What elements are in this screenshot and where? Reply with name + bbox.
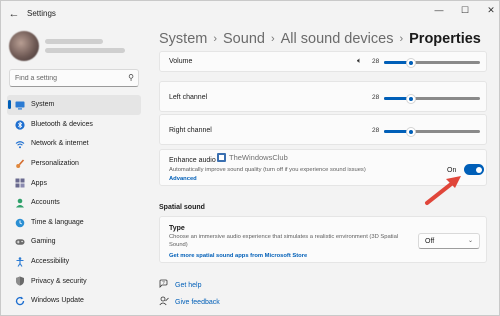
search-box[interactable]: ⚲	[9, 69, 139, 87]
spatial-sound-card: Type Choose an immersive audio experienc…	[159, 216, 487, 263]
back-arrow-icon[interactable]: ←	[7, 7, 21, 21]
sidebar-item-label: Windows Update	[31, 297, 84, 305]
sidebar-item-time-language[interactable]: Time & language	[7, 213, 141, 233]
sidebar-nav: System Bluetooth & devices Network & int…	[7, 95, 141, 311]
globe-clock-icon	[15, 218, 25, 228]
spatial-sound-heading: Spatial sound	[159, 204, 205, 211]
enhance-audio-description: Automatically improve sound quality (tur…	[169, 167, 366, 173]
breadcrumb: System › Sound › All sound devices › Pro…	[159, 28, 481, 50]
watermark: TheWindowsClub	[217, 153, 288, 162]
volume-label: Volume	[169, 58, 193, 65]
get-help-label: Get help	[175, 281, 202, 289]
red-arrow-annotation	[425, 176, 461, 205]
sidebar-item-label: Accessibility	[31, 258, 70, 266]
slider-thumb[interactable]	[405, 126, 416, 137]
right-channel-value: 28	[372, 127, 380, 134]
left-channel-value: 28	[372, 94, 380, 101]
breadcrumb-separator: ›	[399, 33, 404, 45]
sidebar-item-label: Privacy & security	[31, 277, 87, 285]
help-icon: ?	[159, 279, 169, 291]
get-help-link[interactable]: ? Get help	[159, 279, 201, 291]
accessibility-icon	[15, 257, 25, 267]
sidebar-item-accessibility[interactable]: Accessibility	[7, 252, 141, 272]
sidebar-item-label: Gaming	[31, 238, 56, 246]
sidebar-item-label: Accounts	[31, 199, 60, 207]
watermark-logo-icon	[217, 153, 226, 162]
dropdown-value: Off	[425, 237, 435, 245]
breadcrumb-separator: ›	[213, 33, 218, 45]
volume-card: Volume 🔈︎ 28	[159, 51, 487, 72]
sidebar-item-apps[interactable]: Apps	[7, 173, 141, 193]
enhance-audio-title: Enhance audio	[169, 157, 216, 164]
shield-icon	[15, 276, 25, 286]
blurred-name	[45, 39, 103, 44]
left-channel-card: Left channel 28	[159, 81, 487, 112]
get-spatial-apps-link[interactable]: Get more spatial sound apps from Microso…	[169, 253, 307, 259]
person-icon	[15, 198, 25, 208]
right-channel-slider[interactable]	[384, 126, 480, 137]
display-icon	[15, 100, 25, 110]
volume-slider[interactable]	[384, 57, 480, 68]
search-icon[interactable]: ⚲	[128, 73, 134, 82]
close-icon[interactable]: ✕	[485, 5, 497, 16]
window-controls: — ☐ ✕	[433, 5, 497, 16]
right-channel-label: Right channel	[169, 127, 212, 134]
page-title: Properties	[409, 31, 481, 47]
breadcrumb-separator: ›	[270, 33, 275, 45]
give-feedback-link[interactable]: Give feedback	[159, 296, 220, 308]
sidebar-item-windows-update[interactable]: Windows Update	[7, 291, 141, 311]
left-channel-slider[interactable]	[384, 93, 480, 104]
slider-thumb[interactable]	[405, 57, 416, 68]
sidebar-item-label: Apps	[31, 179, 47, 187]
breadcrumb-item-system[interactable]: System	[159, 31, 207, 47]
left-channel-label: Left channel	[169, 94, 208, 101]
sidebar-item-label: Bluetooth & devices	[31, 120, 93, 128]
feedback-icon	[159, 296, 169, 308]
spatial-type-dropdown[interactable]: Off ⌄	[418, 233, 480, 249]
give-feedback-label: Give feedback	[175, 298, 220, 306]
gamepad-icon	[15, 237, 25, 247]
sidebar-item-system[interactable]: System	[7, 95, 141, 115]
speaker-icon[interactable]: 🔈︎	[357, 56, 362, 66]
sidebar-item-label: System	[31, 101, 55, 109]
watermark-text: TheWindowsClub	[229, 153, 288, 162]
breadcrumb-item-sound[interactable]: Sound	[223, 31, 265, 47]
volume-value: 28	[372, 58, 380, 65]
sidebar-item-gaming[interactable]: Gaming	[7, 232, 141, 252]
type-description: Choose an immersive audio experience tha…	[169, 234, 399, 248]
update-icon	[15, 296, 25, 306]
user-profile[interactable]	[9, 31, 139, 61]
bluetooth-icon	[15, 119, 25, 130]
minimize-icon[interactable]: —	[433, 5, 445, 16]
settings-window: ← Settings — ☐ ✕ ⚲ System Bluetooth & de…	[0, 0, 500, 316]
type-title: Type	[169, 225, 185, 232]
slider-thumb[interactable]	[405, 93, 416, 104]
chevron-down-icon: ⌄	[467, 238, 473, 244]
brush-icon	[15, 159, 25, 169]
sidebar-item-network[interactable]: Network & internet	[7, 134, 141, 154]
svg-text:?: ?	[162, 280, 165, 285]
sidebar-item-personalization[interactable]: Personalization	[7, 154, 141, 174]
maximize-icon[interactable]: ☐	[459, 5, 471, 16]
search-input[interactable]	[15, 74, 125, 82]
sidebar-item-privacy[interactable]: Privacy & security	[7, 271, 141, 291]
wifi-icon	[15, 139, 25, 149]
app-title: Settings	[27, 9, 56, 18]
sidebar-item-accounts[interactable]: Accounts	[7, 193, 141, 213]
apps-icon	[15, 178, 25, 188]
title-bar: ← Settings — ☐ ✕	[1, 1, 499, 27]
sidebar-item-bluetooth[interactable]: Bluetooth & devices	[7, 115, 141, 135]
breadcrumb-item-all-sound-devices[interactable]: All sound devices	[281, 31, 394, 47]
sidebar-item-label: Personalization	[31, 160, 79, 168]
blurred-email	[45, 48, 125, 53]
sidebar-item-label: Time & language	[31, 218, 84, 226]
advanced-link[interactable]: Advanced	[169, 176, 197, 182]
sidebar-item-label: Network & internet	[31, 140, 89, 148]
right-channel-card: Right channel 28	[159, 114, 487, 145]
avatar	[9, 31, 39, 61]
